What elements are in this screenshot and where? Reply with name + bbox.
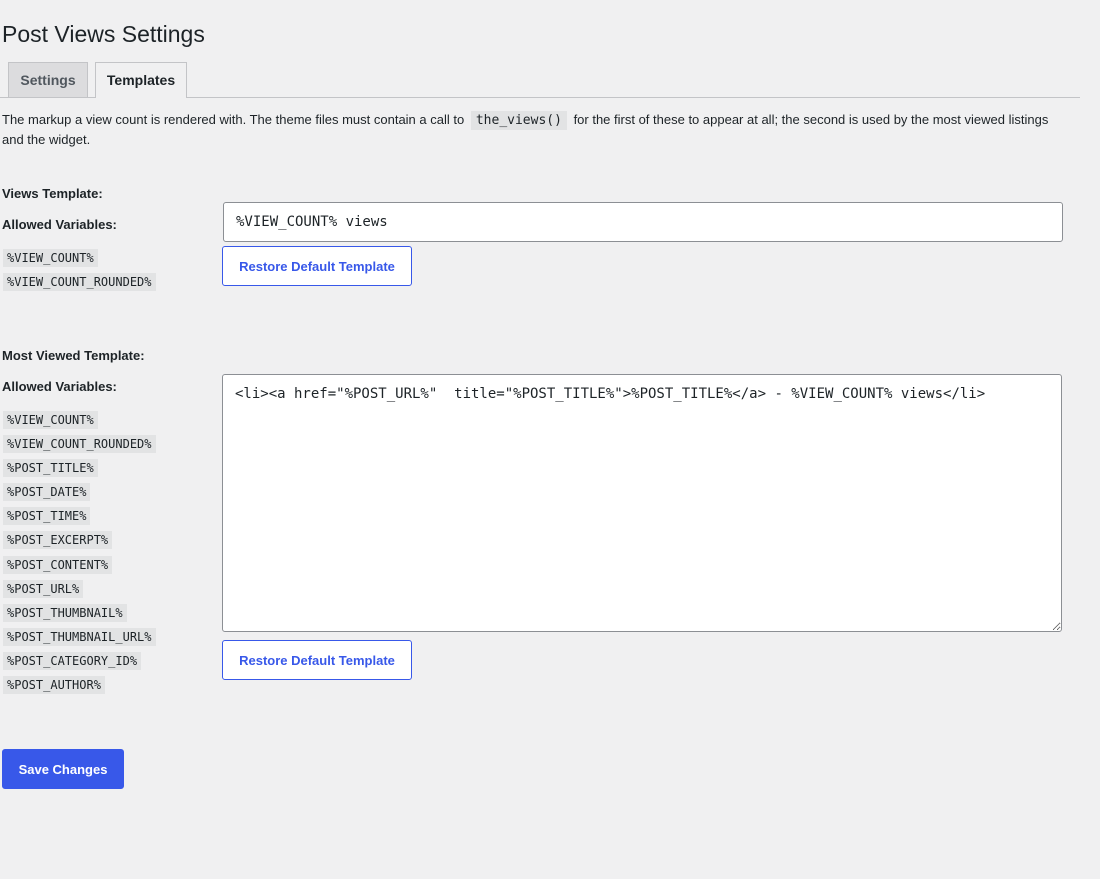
- page-title: Post Views Settings: [2, 21, 205, 47]
- restore-most-viewed-template-button[interactable]: Restore Default Template: [222, 640, 412, 680]
- variable-item: %POST_TIME%: [3, 507, 156, 531]
- settings-page: Post Views Settings Settings Templates T…: [0, 0, 1100, 879]
- save-changes-button[interactable]: Save Changes: [2, 749, 124, 789]
- variable-item: %VIEW_COUNT%: [3, 411, 156, 435]
- variable-item: %POST_URL%: [3, 579, 156, 604]
- variable-chip: %POST_URL%: [3, 579, 84, 598]
- variable-chip: %POST_AUTHOR%: [3, 676, 105, 695]
- restore-views-template-button[interactable]: Restore Default Template: [222, 246, 412, 286]
- variable-item: %VIEW_COUNT_ROUNDED%: [3, 273, 156, 297]
- variable-chip: %VIEW_COUNT%: [3, 249, 98, 267]
- tab-templates[interactable]: Templates: [95, 62, 187, 98]
- variable-chip: %POST_CATEGORY_ID%: [3, 651, 142, 670]
- variable-item: %POST_TITLE%: [3, 459, 156, 483]
- function-code: the_views(): [470, 111, 567, 130]
- variable-chip: %VIEW_COUNT%: [3, 411, 98, 429]
- views-allowed-variables-label: Allowed Variables:: [2, 217, 117, 232]
- most-viewed-allowed-variables-label: Allowed Variables:: [2, 379, 117, 394]
- variable-item: %POST_CATEGORY_ID%: [3, 651, 156, 676]
- most-viewed-variables-list: %VIEW_COUNT% %VIEW_COUNT_ROUNDED% %POST_TI…: [3, 411, 156, 700]
- variable-item: %POST_CONTENT%: [3, 555, 156, 580]
- variable-chip: %POST_TITLE%: [3, 459, 98, 478]
- variable-item: %POST_DATE%: [3, 483, 156, 507]
- description-text-before: The markup a view count is rendered with…: [2, 112, 465, 127]
- variable-item: %VIEW_COUNT%: [3, 249, 156, 273]
- page-description: The markup a view count is rendered with…: [2, 110, 1072, 149]
- variable-chip: %POST_THUMBNAIL%: [3, 603, 127, 622]
- variable-item: %POST_EXCERPT%: [3, 531, 156, 555]
- tab-settings[interactable]: Settings: [8, 62, 88, 97]
- views-template-input[interactable]: [223, 202, 1063, 242]
- views-template-title: Views Template:: [2, 186, 103, 201]
- most-viewed-template-textarea[interactable]: <li><a href="%POST_URL%" title="%POST_TI…: [222, 374, 1062, 632]
- views-variables-list: %VIEW_COUNT% %VIEW_COUNT_ROUNDED%: [3, 249, 156, 297]
- variable-item: %POST_THUMBNAIL_URL%: [3, 627, 156, 652]
- variable-chip: %POST_EXCERPT%: [3, 531, 113, 550]
- variable-chip: %VIEW_COUNT_ROUNDED%: [3, 273, 156, 292]
- variable-chip: %POST_TIME%: [3, 507, 91, 526]
- variable-chip: %POST_CONTENT%: [3, 555, 113, 574]
- variable-item: %POST_AUTHOR%: [3, 676, 156, 700]
- variable-chip: %POST_DATE%: [3, 483, 91, 502]
- variable-item: %POST_THUMBNAIL%: [3, 603, 156, 628]
- variable-chip: %POST_THUMBNAIL_URL%: [3, 627, 156, 646]
- most-viewed-template-title: Most Viewed Template:: [2, 348, 145, 363]
- variable-item: %VIEW_COUNT_ROUNDED%: [3, 435, 156, 459]
- variable-chip: %VIEW_COUNT_ROUNDED%: [3, 435, 156, 454]
